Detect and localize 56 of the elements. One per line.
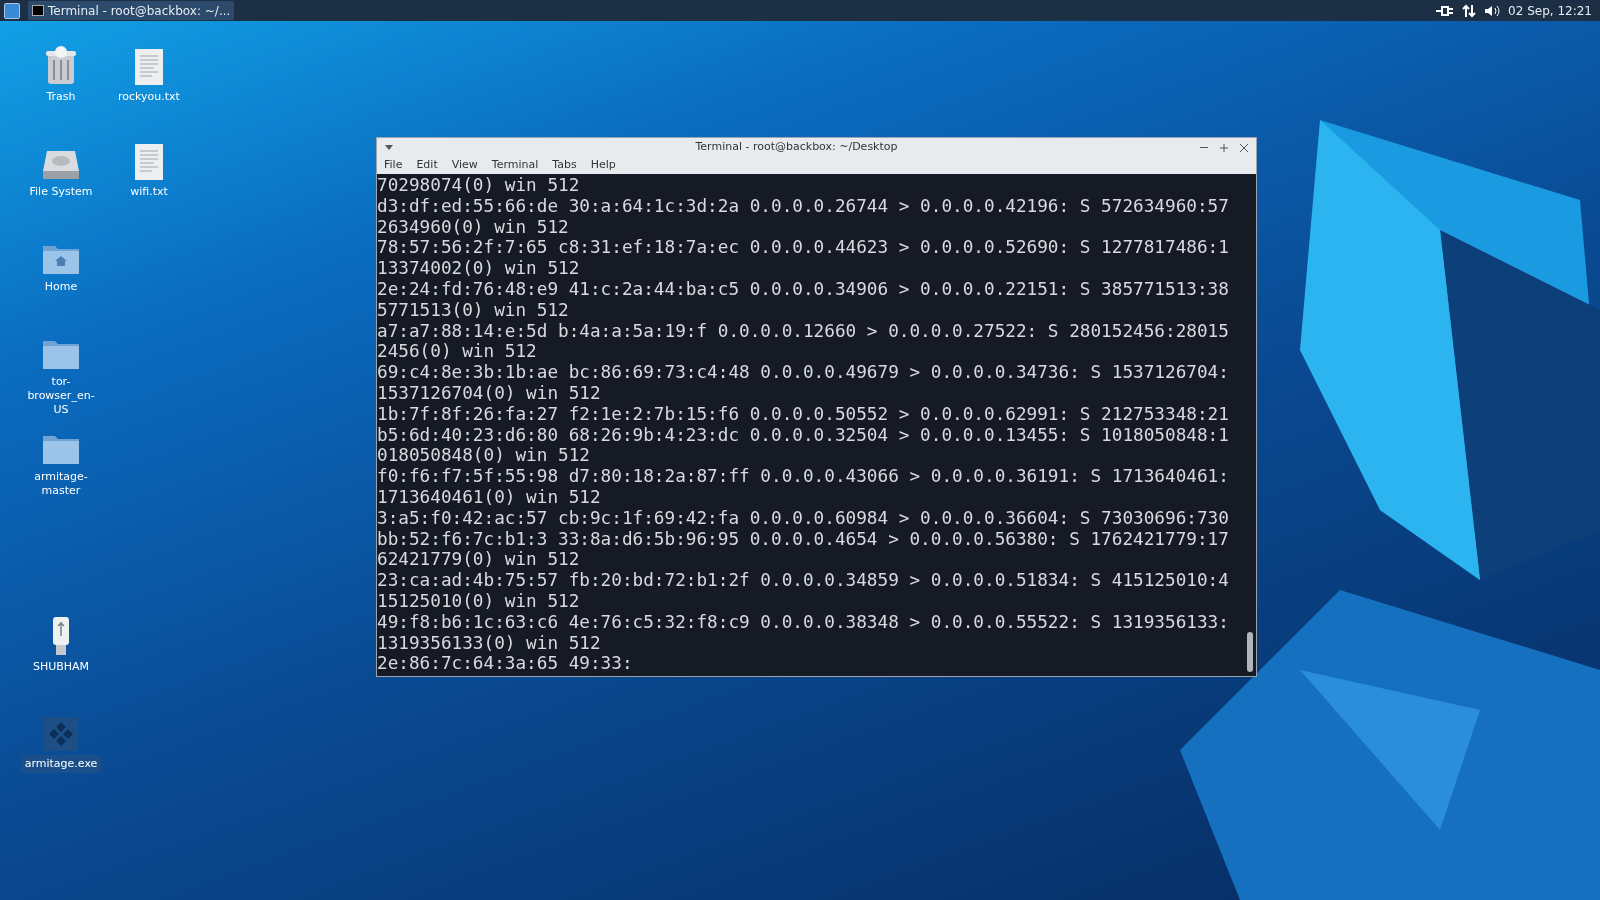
network-arrows-icon[interactable] [1462,3,1477,18]
terminal-line: 2456(0) win 512 [377,341,538,363]
terminal-line: 2e:24:fd:76:48:e9 41:c:2a:44:ba:c5 0.0.0.0.34906 > 0.0.0.0.22151: S 385771513:38 [377,279,1230,300]
menu-item[interactable]: View [451,157,478,174]
desktop-icon-label[interactable]: armitage.exe [20,755,102,773]
terminal-line: f0:f6:f7:5f:55:98 d7:80:18:2a:87:ff 0.0.0.0.43066 > 0.0.0.0.36191: S 1713640461: [377,466,1230,487]
terminal-icon [32,5,44,16]
menu-item[interactable]: File [384,157,403,174]
menu-item[interactable]: Tabs [552,157,577,174]
terminal-line: 70298074(0) win 512 [377,175,581,196]
terminal-line: 2e:86:7c:64:3a:65 49:33: [377,653,634,675]
taskbar-window-button[interactable]: Terminal - root@backbox: ~/... [28,1,235,20]
terminal-line: 49:f8:b6:1c:63:c6 4e:76:c5:32:f8:c9 0.0.0.0.38348 > 0.0.0.0.55522: S 1319356133: [377,611,1230,633]
terminal-line: a7:a7:88:14:e:5d b:4a:a:5a:19:f 0.0.0.0.12660 > 0.0.0.0.27522: S 280152456:28015 [377,320,1230,342]
window-title: Terminal - root@backbox: ~/Desktop [694,139,899,156]
text-file-icon [134,48,164,86]
terminal-line: 23:ca:ad:4b:75:57 fb:20:bd:72:b1:2f 0.0.0.0.34859 > 0.0.0.0.51834: S 415125010:4 [377,570,1230,591]
terminal-line: 13374002(0) win 512 [377,258,581,279]
terminal-line: 15125010(0) win 512 [377,590,581,612]
scrollbar-thumb[interactable] [1247,632,1253,672]
terminal-line: 5771513(0) win 512 [377,299,570,321]
terminal-line: 69:c4:8e:3b:1b:ae bc:86:69:73:c4:48 0.0.0.0.49679 > 0.0.0.0.34736: S 1537126704: [377,362,1230,383]
diamond-logo-icon [44,717,78,751]
terminal-line: 62421779(0) win 512 [377,549,581,571]
terminal-line: 78:57:56:2f:7:65 c8:31:ef:18:7a:ec 0.0.0.0.44623 > 0.0.0.0.52690: S 1277817486:1 [377,237,1230,259]
menu-item[interactable]: Edit [416,157,438,174]
menu-item[interactable]: Terminal [491,157,539,174]
hard-drive-icon [41,149,81,181]
power-plug-icon[interactable] [1436,4,1455,17]
terminal-line: d3:df:ed:55:66:de 30:a:64:1c:3d:2a 0.0.0.0.26744 > 0.0.0.0.42196: S 572634960:57 [377,195,1230,217]
desktop-icon-label[interactable]: rockyou.txt [114,90,184,104]
terminal-line: bb:52:f6:7c:b1:3 33:8a:d6:5b:96:95 0.0.0.0.4654 > 0.0.0.0.56380: S 1762421779:17 [377,528,1230,550]
terminal-line: b5:6d:40:23:d6:80 68:26:9b:4:23:dc 0.0.0.0.32504 > 0.0.0.0.13455: S 1018050848:1 [377,424,1230,446]
desktop-icon-label[interactable]: wifi.txt [126,185,172,199]
terminal-line: 018050848(0) win 512 [377,445,591,467]
trash-bin-icon [44,46,78,86]
terminal-line: 1537126704(0) win 512 [377,382,602,404]
desktop-icon-label[interactable]: tor-browser_en-US [17,375,105,417]
terminal-line: 1713640461(0) win 512 [377,486,602,508]
desktop-icon-label[interactable]: File System [25,185,97,199]
terminal-line: 3:a5:f0:42:ac:57 cb:9c:1f:69:42:fa 0.0.0.0.60984 > 0.0.0.0.36604: S 73030696:730 [377,507,1230,529]
usb-drive-icon [51,616,71,656]
close-icon[interactable] [1240,143,1248,152]
menu-item[interactable]: Help [590,157,616,174]
terminal-line: 1319356133(0) win 512 [377,632,602,654]
speaker-icon[interactable] [1484,3,1501,18]
desktop-icon-label[interactable]: armitage-master [17,470,105,498]
clock[interactable]: 02 Sep, 12:21 [1508,1,1596,20]
desktop-icon-label[interactable]: Home [40,280,82,294]
desktop-icon-label[interactable]: SHUBHAM [28,660,94,674]
app-menu-icon[interactable] [4,2,20,19]
maximize-icon[interactable] [1220,143,1228,152]
terminal-line: 2634960(0) win 512 [377,216,570,238]
window-menu-icon[interactable] [385,145,393,150]
terminal-line: 1b:7f:8f:26:fa:27 f2:1e:2:7b:15:f6 0.0.0.0.50552 > 0.0.0.0.62991: S 212753348:21 [377,403,1230,425]
text-file-icon [134,143,164,181]
